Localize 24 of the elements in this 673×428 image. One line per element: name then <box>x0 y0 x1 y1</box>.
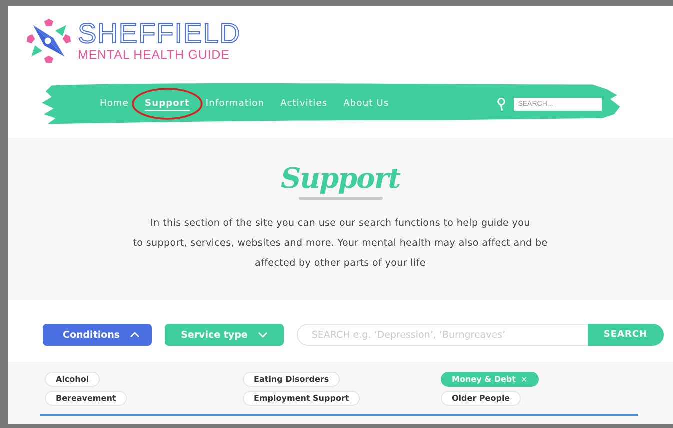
nav-link[interactable]: About Us <box>338 95 396 113</box>
remove-mark[interactable]: × <box>520 375 528 384</box>
filter-dropdown[interactable]: Service type <box>165 324 284 346</box>
nav-link[interactable]: Information <box>200 95 271 113</box>
filter-dropdown[interactable]: Conditions <box>43 324 152 346</box>
intro-text: to support, services, websites and more. Your mental health may also affect and be <box>133 238 548 249</box>
nav-link[interactable]: Home <box>94 95 135 113</box>
page-heading: Support <box>280 162 400 195</box>
logo-title: SHEFFIELD <box>78 20 242 48</box>
filter-tag[interactable]: Bereavement <box>45 391 128 406</box>
filter-tag[interactable]: Alcohol <box>45 372 100 387</box>
filter-tag[interactable]: Employment Support <box>243 391 360 406</box>
intro-text: In this section of the site you can use our search functions to help guide you <box>150 218 530 229</box>
chevron-icon <box>130 332 140 338</box>
filter-tag[interactable]: Older People <box>441 391 522 406</box>
logo-subtitle: MENTAL HEALTH GUIDE <box>78 48 231 62</box>
search-icon <box>497 96 506 112</box>
search-button[interactable]: SEARCH <box>588 324 664 346</box>
nav-link[interactable]: Activities <box>274 95 334 113</box>
filter-tag[interactable]: Eating Disorders <box>243 372 340 387</box>
filter-tag[interactable]: Money & Debt × <box>441 372 539 387</box>
chevron-icon <box>258 332 268 338</box>
intro-text: affected by other parts of your life <box>255 258 426 269</box>
logo-icon <box>26 18 72 64</box>
